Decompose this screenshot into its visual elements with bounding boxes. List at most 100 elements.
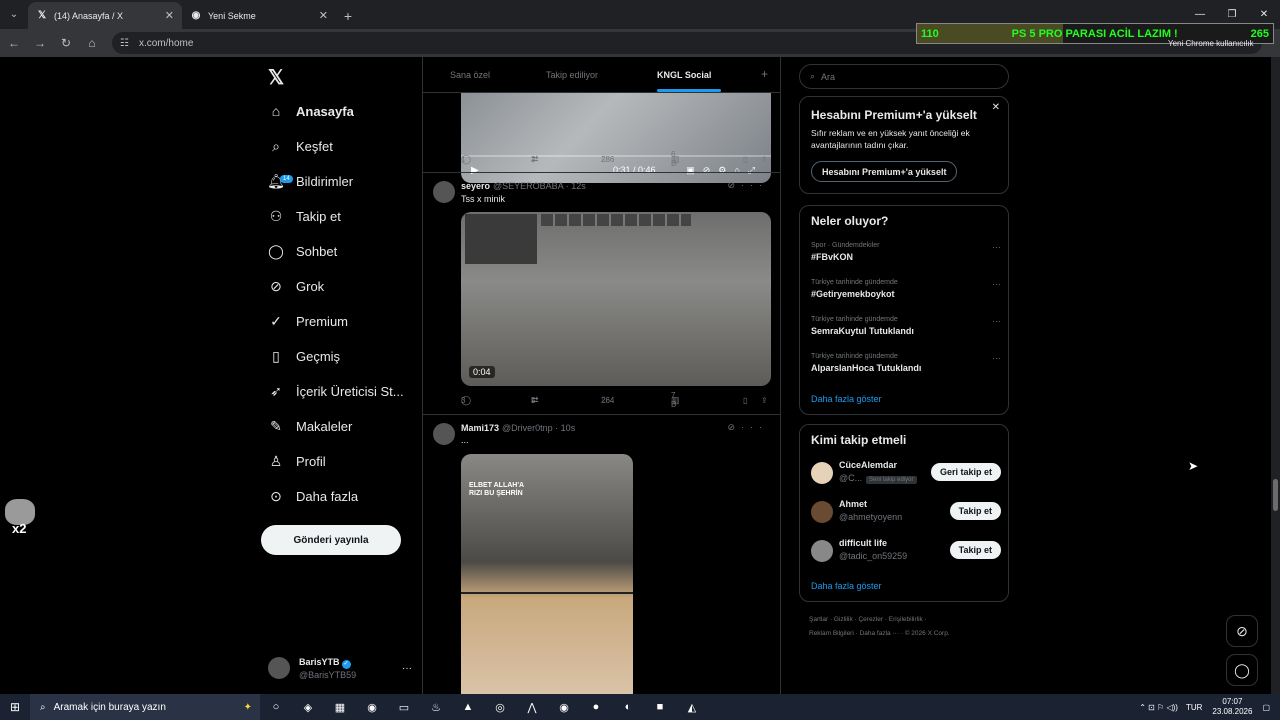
- sidebar-item-notifications[interactable]: 🔔︎ 14 Bildirimler: [267, 166, 353, 196]
- browser-tab-new[interactable]: ◉ Yeni Sekme ✕: [182, 2, 336, 29]
- language-indicator[interactable]: TUR: [1186, 703, 1202, 712]
- clock-date: 23.08.2026: [1212, 707, 1253, 716]
- follow-suggestion[interactable]: difficult life @tadic_on59259 Takip et: [811, 538, 1001, 566]
- follow-button[interactable]: Takip et: [949, 502, 1001, 520]
- taskbar-search[interactable]: ⌕ Aramak için buraya yazın ✦: [30, 694, 260, 720]
- windows-start-icon[interactable]: ⊞: [0, 694, 30, 720]
- follow-show-more[interactable]: Daha fazla göster: [811, 581, 882, 591]
- account-switcher[interactable]: BarisYTB ✓ @BarisYTB59 ···: [268, 653, 418, 683]
- sidebar-item-home[interactable]: ⌂ Anasayfa: [268, 96, 354, 126]
- tab-search-icon[interactable]: ⌄: [0, 0, 28, 29]
- more-icon: ⊙: [270, 487, 282, 504]
- chrome-icon[interactable]: ◉: [356, 694, 388, 720]
- grok-fab-icon[interactable]: ⊘: [1226, 615, 1258, 647]
- profile-label[interactable]: Yeni Chrome kullanıcılık: [1168, 39, 1254, 48]
- new-tab-button[interactable]: +: [336, 2, 360, 29]
- divider: [423, 414, 780, 415]
- notifications-icon[interactable]: ▢: [1262, 703, 1270, 712]
- share-button[interactable]: ⇪: [761, 155, 768, 164]
- tab-kngl-social[interactable]: KNGL Social: [657, 70, 711, 80]
- browser-tab-x[interactable]: 𝕏 (14) Anasayfa / X ✕: [28, 2, 182, 29]
- tray-icons[interactable]: ⌃ ⊡ ⚐ ◁)): [1139, 703, 1178, 712]
- trend-item[interactable]: Türkiye tarihinde gündemde SemraKuytul Tu…: [811, 316, 1001, 336]
- sidebar-item-profile[interactable]: ♙ Profil: [268, 446, 326, 476]
- store-icon[interactable]: ▦: [324, 694, 356, 720]
- back-icon[interactable]: ←: [2, 31, 26, 55]
- more-dots-icon[interactable]: ···: [992, 279, 1001, 289]
- sidebar-item-explore[interactable]: ⌕ Keşfet: [268, 131, 333, 161]
- share-button[interactable]: ⇪: [761, 396, 768, 405]
- app-icon[interactable]: ⋀: [516, 694, 548, 720]
- tab-following[interactable]: Takip ediliyor: [546, 70, 598, 80]
- more-dots-icon[interactable]: ···: [992, 242, 1001, 252]
- post-button[interactable]: Gönderi yayınla: [261, 525, 401, 555]
- tweet-handle[interactable]: @SEYEROBABA · 12s: [493, 181, 586, 191]
- trends-show-more[interactable]: Daha fazla göster: [811, 394, 882, 404]
- avatar[interactable]: [433, 423, 455, 445]
- tweet-more-icon[interactable]: ⊘···: [727, 422, 768, 433]
- spotify-icon[interactable]: ●: [580, 694, 612, 720]
- folder-icon[interactable]: ▭: [388, 694, 420, 720]
- discord-icon[interactable]: ◐: [612, 694, 644, 720]
- home-icon[interactable]: ⌂: [80, 31, 104, 55]
- person-add-icon: ⚇: [269, 207, 283, 224]
- clock[interactable]: 07:07 23.08.2026: [1212, 697, 1252, 717]
- site-info-icon[interactable]: ☷: [120, 38, 129, 49]
- more-dots-icon[interactable]: ···: [992, 316, 1001, 326]
- repost-count: 3: [531, 154, 536, 164]
- video-toolbar-icons[interactable]: ▣⊘⚙⌂⤢: [686, 165, 763, 176]
- sidebar-item-premium[interactable]: ✓ Premium: [268, 306, 348, 336]
- taskview-icon[interactable]: ◈: [292, 694, 324, 720]
- steam-icon[interactable]: ♨: [420, 694, 452, 720]
- close-icon[interactable]: ✕: [165, 9, 174, 22]
- tab-for-you[interactable]: Sana özel: [450, 70, 490, 80]
- app-icon[interactable]: ◎: [484, 694, 516, 720]
- bookmark-button[interactable]: ▯: [743, 155, 747, 164]
- follow-back-button[interactable]: Geri takip et: [930, 463, 1001, 481]
- league-icon[interactable]: ◭: [676, 694, 708, 720]
- cortana-icon[interactable]: ○: [260, 694, 292, 720]
- chrome-icon[interactable]: ◉: [548, 694, 580, 720]
- trend-item[interactable]: Türkiye tarihinde gündemde #Getiryemekboy…: [811, 279, 1001, 299]
- app-icon[interactable]: ▲: [452, 694, 484, 720]
- footer-links-2[interactable]: Reklam Bilgileri · Daha fazla ··· · © 20…: [809, 630, 950, 637]
- video-player[interactable]: 0:04: [461, 212, 771, 386]
- follow-suggestion[interactable]: CüceAlemdar @C... Seni takip ediyor Geri …: [811, 460, 1001, 488]
- add-tab-button[interactable]: +: [761, 67, 768, 81]
- sidebar-item-grok[interactable]: ⊘ Grok: [268, 271, 324, 301]
- search-input[interactable]: ⌕ Ara: [799, 64, 1009, 89]
- sidebar-item-bookmarks[interactable]: ▯ Geçmiş: [268, 341, 340, 371]
- tweet-image[interactable]: ELBET ALLAH'A RIZI BU ŞEHRİN: [461, 454, 633, 694]
- sidebar-item-creator-studio[interactable]: ➶ İçerik Üreticisi St...: [268, 376, 404, 406]
- avatar[interactable]: [433, 181, 455, 203]
- scrollbar-thumb[interactable]: [1273, 479, 1278, 511]
- trend-item[interactable]: Spor · Gündemdekiler #FBvKON ···: [811, 242, 1001, 262]
- tweet-author[interactable]: seyero: [461, 181, 490, 191]
- more-dots-icon[interactable]: ···: [402, 663, 412, 674]
- follow-button[interactable]: Takip et: [949, 541, 1001, 559]
- trend-item[interactable]: Türkiye tarihinde gündemde AlparslanHoca …: [811, 353, 1001, 373]
- more-dots-icon[interactable]: ···: [992, 353, 1001, 363]
- close-icon[interactable]: ✕: [319, 9, 328, 22]
- bookmark-button[interactable]: ▯: [743, 396, 747, 405]
- play-icon[interactable]: ▶: [471, 165, 479, 176]
- follow-suggestion[interactable]: Ahmet @ahmetyoyenn Takip et: [811, 499, 1001, 527]
- video-player[interactable]: ▶ 0:31 / 0:46 ▣⊘⚙⌂⤢: [461, 93, 771, 183]
- close-icon[interactable]: ✕: [992, 102, 1000, 113]
- tweet-author[interactable]: Mami173: [461, 423, 499, 433]
- tweet-handle[interactable]: @Driver0tnp · 10s: [502, 423, 575, 433]
- x-logo-icon[interactable]: 𝕏: [268, 65, 284, 90]
- reload-icon[interactable]: ↻: [54, 31, 78, 55]
- sidebar-item-more[interactable]: ⊙ Daha fazla: [268, 481, 358, 511]
- app-icon[interactable]: ■: [644, 694, 676, 720]
- messages-fab-icon[interactable]: ◯: [1226, 654, 1258, 686]
- sidebar-item-chat[interactable]: ◯ Sohbet: [268, 236, 337, 266]
- scrollbar[interactable]: [1271, 57, 1280, 694]
- sidebar-item-articles[interactable]: ✎ Makaleler: [268, 411, 352, 441]
- chat-icon: ◯: [268, 242, 284, 259]
- forward-icon[interactable]: →: [28, 31, 52, 55]
- footer-links[interactable]: Şartlar · Gizlilik · Çerezler · Erişileb…: [809, 616, 927, 623]
- premium-upgrade-button[interactable]: Hesabını Premium+'a yükselt: [811, 161, 958, 182]
- sidebar-item-follow[interactable]: ⚇ Takip et: [268, 201, 341, 231]
- tweet-more-icon[interactable]: ⊘···: [727, 180, 768, 191]
